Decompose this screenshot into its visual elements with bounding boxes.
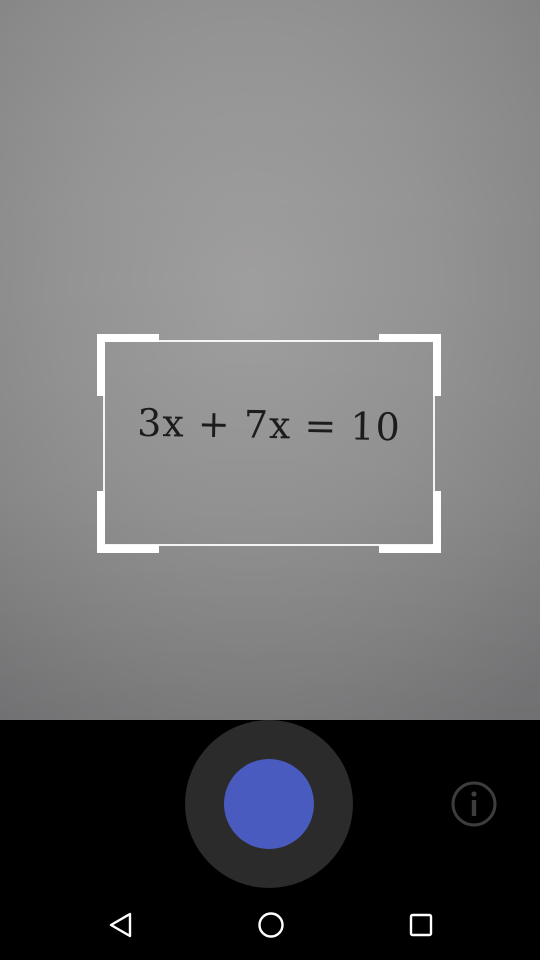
scan-corner-bottom-left[interactable]: [97, 491, 159, 553]
nav-recents-button[interactable]: [375, 890, 465, 960]
recents-square-icon: [409, 913, 433, 937]
scan-corner-bottom-right[interactable]: [379, 491, 441, 553]
info-icon: [451, 781, 497, 827]
nav-home-button[interactable]: [225, 890, 315, 960]
back-triangle-icon: [109, 912, 132, 938]
nav-back-button[interactable]: [75, 890, 165, 960]
shutter-inner-circle: [224, 759, 314, 849]
scan-corner-top-left[interactable]: [97, 334, 159, 396]
shutter-button[interactable]: [185, 720, 353, 888]
scan-corner-top-right[interactable]: [379, 334, 441, 396]
info-button[interactable]: [450, 780, 498, 828]
home-circle-icon: [258, 912, 284, 938]
system-navigation-bar: [0, 890, 540, 960]
